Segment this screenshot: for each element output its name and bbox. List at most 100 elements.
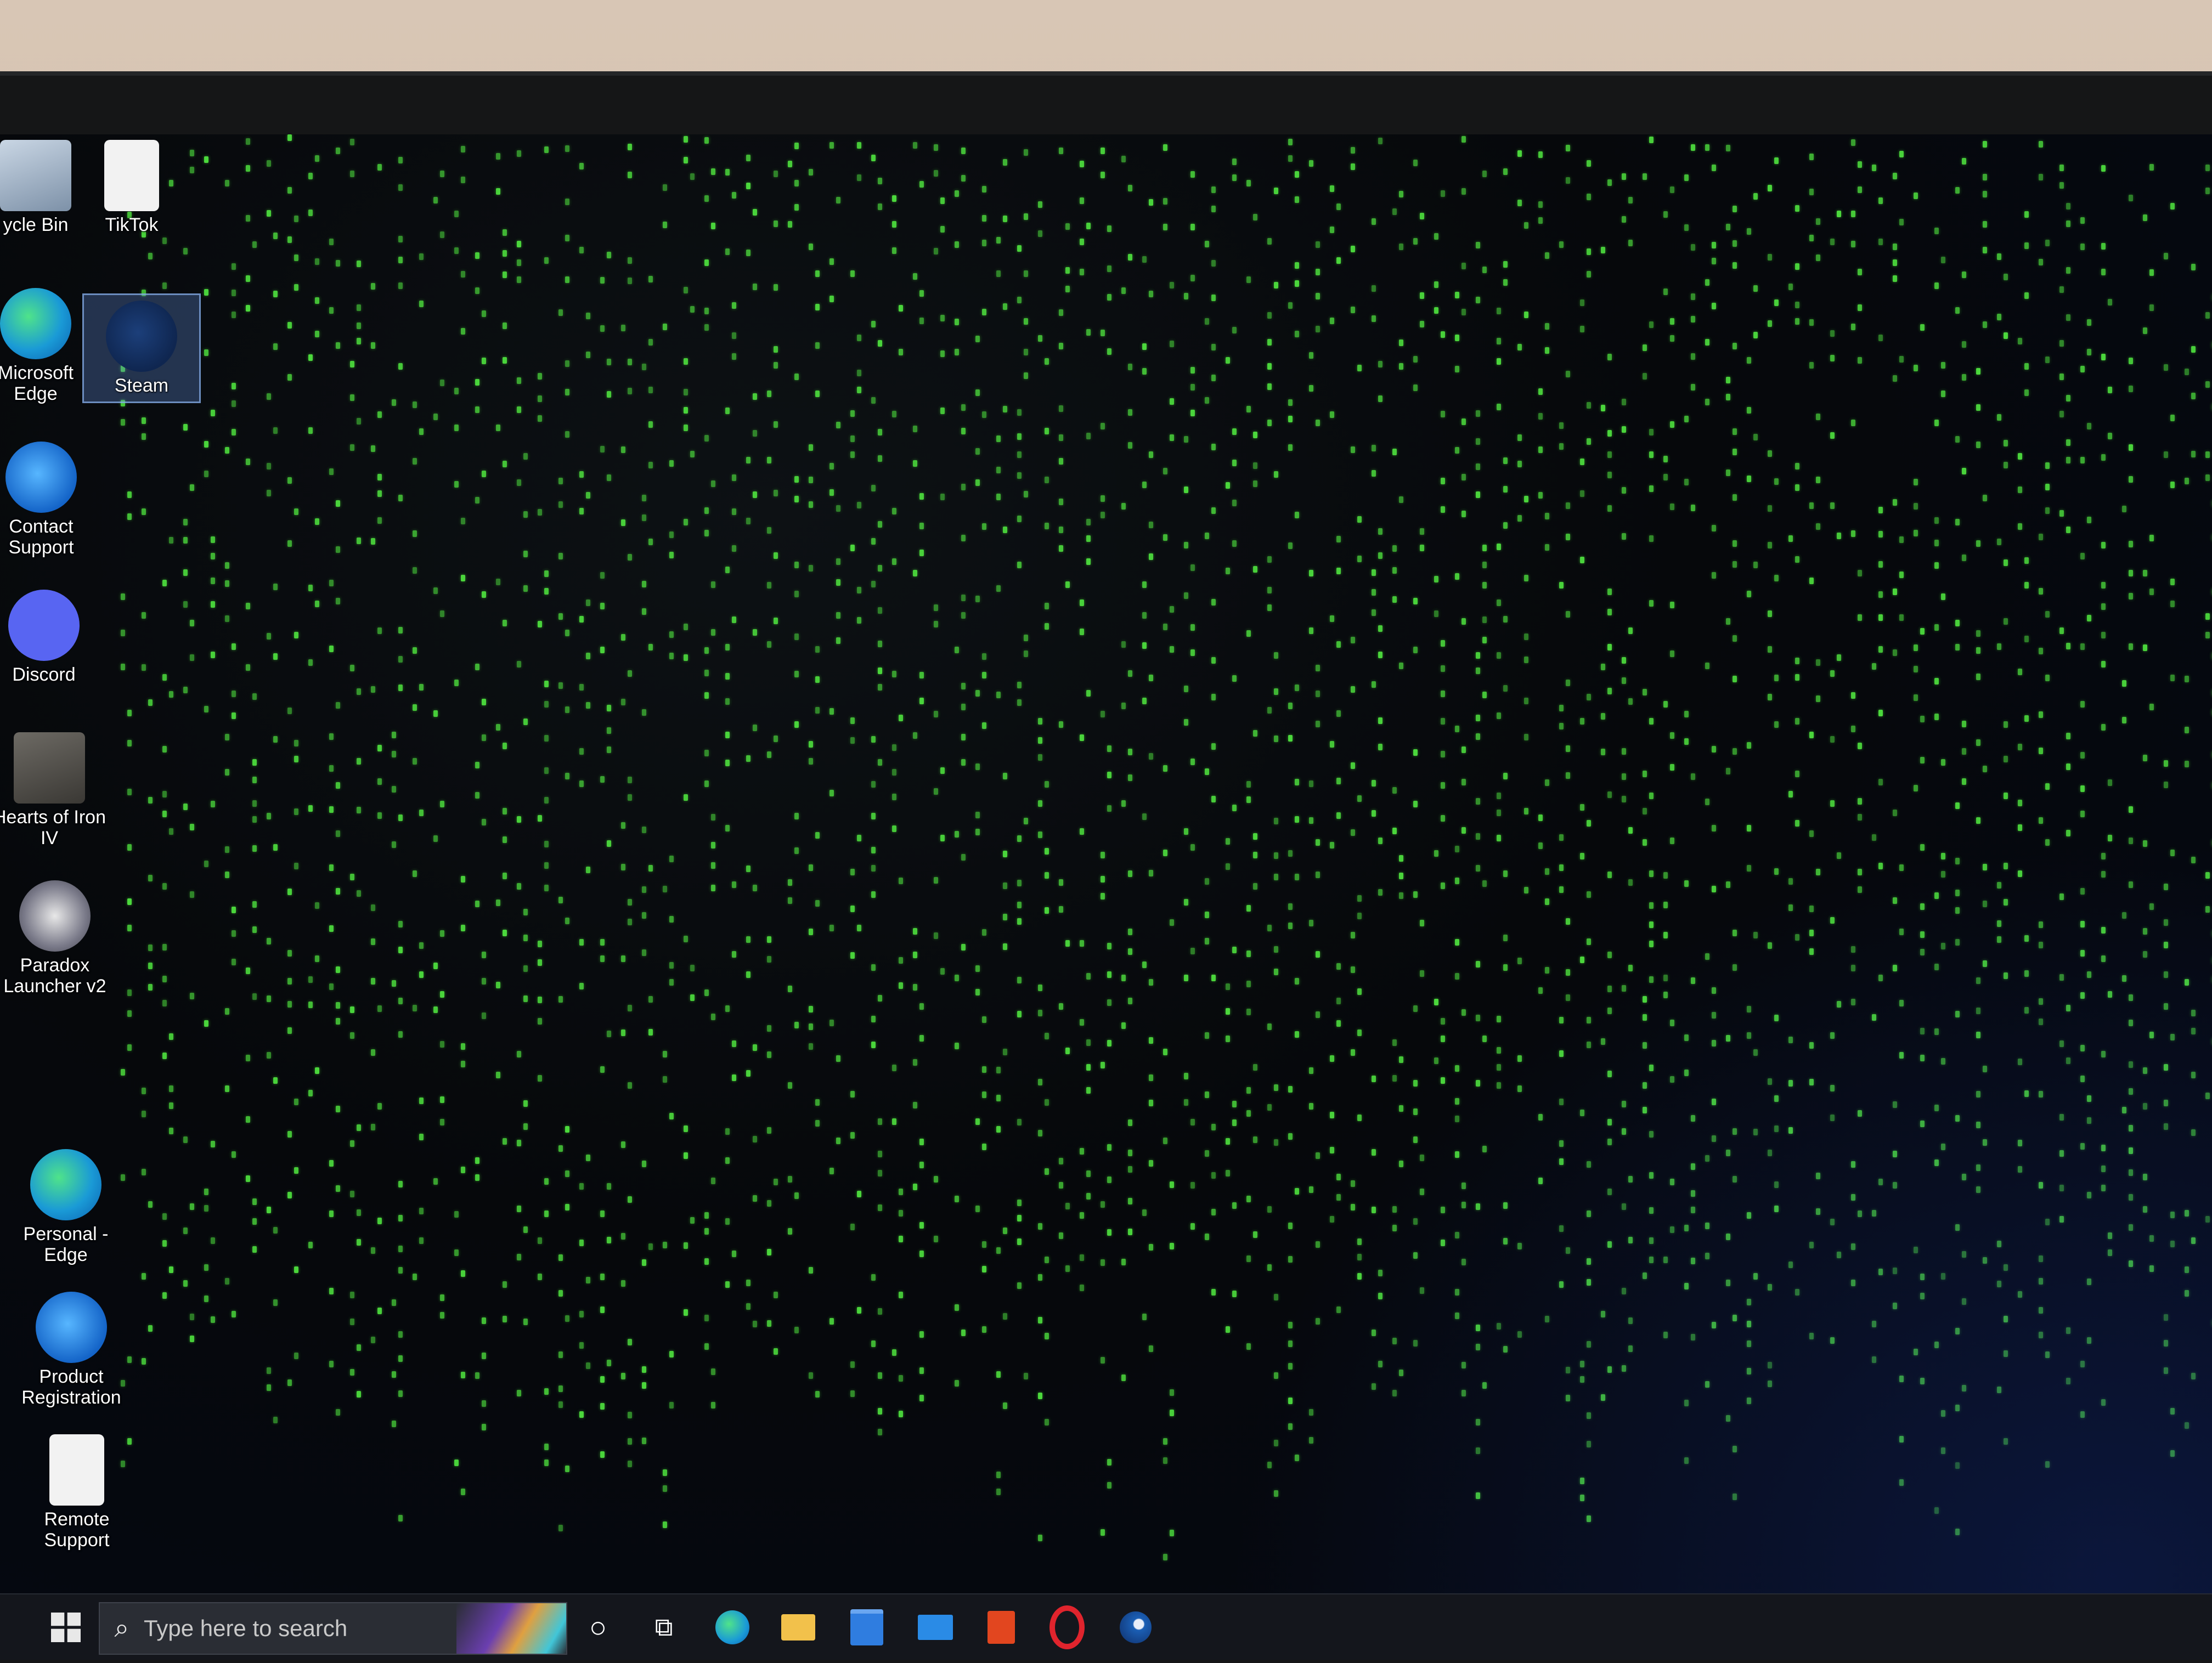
steam-icon	[1120, 1611, 1152, 1643]
rain-glyph	[517, 660, 521, 668]
rain-glyph	[211, 1141, 215, 1148]
rain-glyph	[725, 643, 730, 651]
start-button[interactable]	[44, 1605, 88, 1649]
rain-glyph	[1101, 1529, 1105, 1536]
rain-glyph	[1163, 1138, 1167, 1145]
rain-glyph	[1476, 241, 1480, 248]
rain-glyph	[294, 631, 298, 638]
rain-glyph	[725, 698, 730, 705]
desktop-icon-product-registration[interactable]: Product Registration	[14, 1292, 129, 1408]
rain-glyph	[600, 647, 605, 654]
rain-glyph	[1024, 213, 1028, 220]
rain-glyph	[1851, 139, 1855, 146]
desktop-icon-personal-edge[interactable]: Personal - Edge	[8, 1149, 123, 1265]
rain-glyph	[1580, 853, 1584, 860]
rain-glyph	[1476, 960, 1480, 968]
rain-glyph	[1878, 1178, 1883, 1185]
rain-glyph	[308, 659, 313, 666]
rain-glyph	[1107, 1229, 1111, 1236]
rain-glyph	[1357, 1238, 1362, 1246]
rain-glyph	[1788, 1037, 1793, 1044]
desktop-icon-tiktok[interactable]: TikTok	[74, 140, 189, 235]
desktop-icon-contact-support[interactable]: Contact Support	[0, 442, 99, 558]
rain-glyph	[142, 508, 146, 516]
taskbar-edge[interactable]	[710, 1605, 754, 1649]
rain-glyph	[2024, 635, 2029, 642]
rain-glyph	[1858, 569, 1862, 576]
rain-glyph	[975, 1118, 980, 1125]
rain-glyph	[1205, 878, 1209, 885]
rain-glyph	[919, 1251, 924, 1258]
rain-glyph	[1434, 850, 1438, 857]
rain-glyph	[1482, 616, 1487, 623]
cortana-button[interactable]: ○	[576, 1605, 620, 1649]
desktop-icon-steam[interactable]: Steam	[82, 293, 201, 403]
rain-glyph	[1712, 824, 1716, 832]
rain-glyph	[1663, 901, 1668, 908]
rain-glyph	[871, 397, 876, 404]
rain-glyph	[1038, 1535, 1042, 1542]
rain-glyph	[204, 470, 208, 477]
desktop-icon-paradox-launcher[interactable]: Paradox Launcher v2	[0, 880, 112, 997]
rain-glyph	[482, 818, 486, 825]
rain-glyph	[2149, 903, 2154, 910]
rain-glyph	[142, 1088, 146, 1095]
rain-glyph	[1622, 773, 1626, 780]
rain-glyph	[1441, 691, 1445, 698]
taskbar-store[interactable]	[845, 1605, 889, 1649]
taskbar-office[interactable]	[979, 1605, 1023, 1649]
rain-glyph	[607, 359, 611, 366]
rain-glyph	[287, 477, 292, 484]
rain-glyph	[225, 179, 229, 186]
taskbar-opera[interactable]	[1045, 1605, 1089, 1649]
desktop-icon-microsoft-edge[interactable]: Microsoft Edge	[0, 288, 93, 404]
rain-glyph	[2066, 314, 2070, 321]
rain-glyph	[1955, 435, 1960, 443]
rain-glyph	[642, 827, 646, 834]
rain-glyph	[148, 875, 153, 882]
rain-glyph	[1038, 335, 1042, 342]
rain-glyph	[1190, 171, 1195, 178]
rain-glyph	[413, 530, 417, 538]
rain-glyph	[934, 144, 938, 151]
rain-glyph	[1733, 448, 1737, 455]
rain-glyph	[371, 1247, 375, 1254]
taskbar-mail[interactable]	[913, 1605, 957, 1649]
rain-glyph	[475, 1157, 479, 1164]
desktop-icon-discord[interactable]: Discord	[0, 590, 101, 685]
rain-glyph	[1121, 703, 1126, 710]
desktop-icon-remote-support[interactable]: Remote Support	[19, 1434, 134, 1551]
rain-glyph	[294, 863, 298, 870]
rain-glyph	[1878, 863, 1883, 870]
rain-glyph	[1997, 1281, 2001, 1288]
taskbar-steam[interactable]	[1114, 1605, 1158, 1649]
task-view-button[interactable]: ⧉	[642, 1605, 686, 1649]
taskbar-file-explorer[interactable]	[776, 1605, 820, 1649]
rain-glyph	[148, 944, 153, 951]
rain-glyph	[1065, 285, 1070, 292]
rain-glyph	[1184, 435, 1188, 443]
rain-glyph	[1601, 1394, 1605, 1401]
rain-glyph	[419, 300, 424, 307]
desktop-icon-hearts-of-iron[interactable]: Hearts of Iron IV	[0, 732, 107, 849]
rain-glyph	[586, 599, 590, 607]
rain-glyph	[377, 1307, 382, 1314]
rain-glyph	[1065, 940, 1070, 947]
rain-glyph	[2059, 286, 2064, 293]
rain-glyph	[1003, 1313, 1007, 1320]
rain-glyph	[836, 579, 840, 586]
rain-glyph	[1163, 765, 1167, 772]
rain-glyph	[162, 999, 167, 1006]
rain-glyph	[1024, 318, 1028, 325]
rain-glyph	[336, 830, 340, 837]
rain-glyph	[1086, 558, 1091, 565]
rain-glyph	[1872, 1356, 1876, 1363]
rain-glyph	[454, 424, 459, 431]
rain-glyph	[1038, 1393, 1042, 1400]
taskbar-search-box[interactable]: ⌕ Type here to search	[99, 1602, 567, 1655]
rain-glyph	[934, 1235, 938, 1242]
rain-glyph	[1107, 1039, 1111, 1047]
rain-glyph	[1753, 931, 1758, 938]
rain-glyph	[1357, 912, 1362, 919]
rain-glyph	[704, 195, 709, 202]
